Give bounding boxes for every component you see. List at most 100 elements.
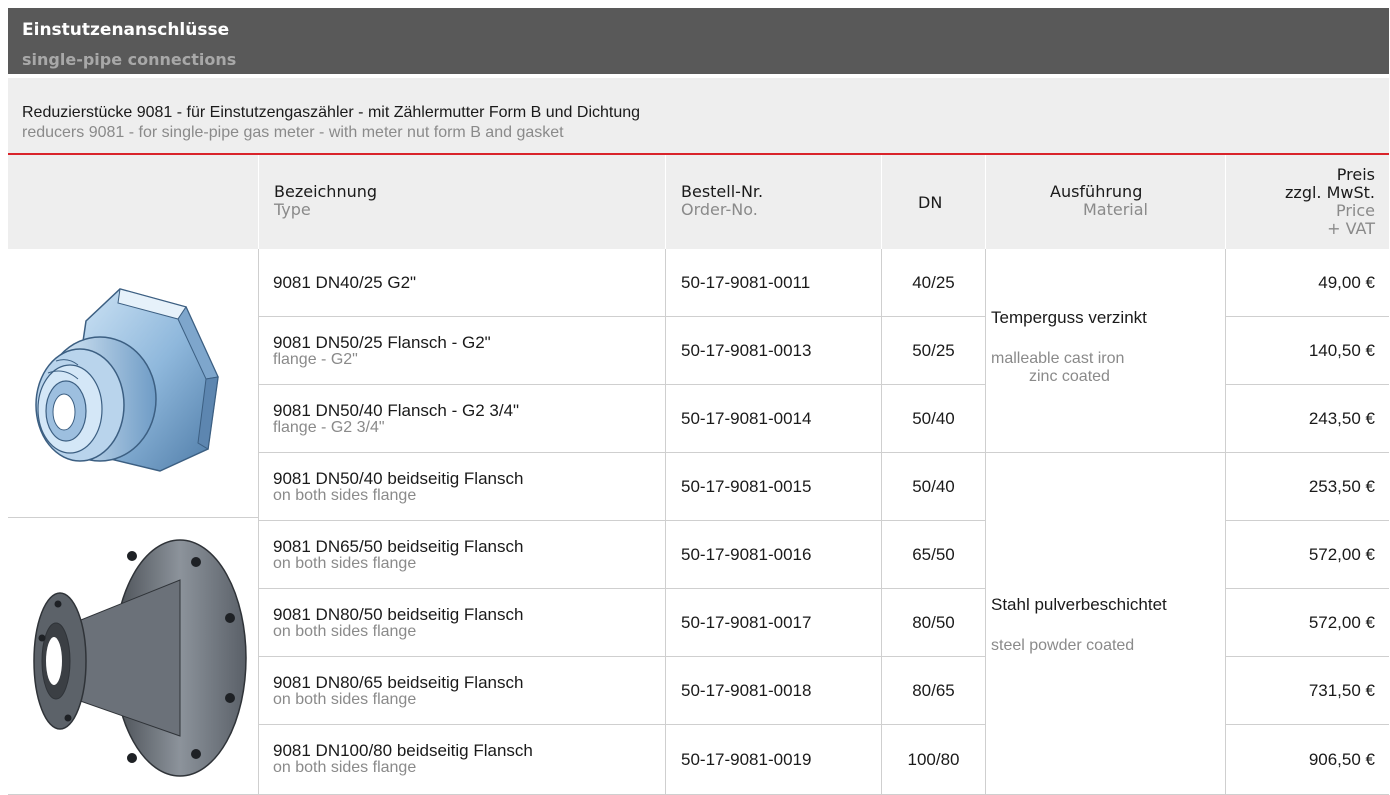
order-cell: 50-17-9081-0011: [666, 249, 882, 317]
header-dn: DN: [882, 155, 986, 249]
dn-value: 80/65: [912, 681, 955, 700]
material-cell: Temperguss verzinkt malleable cast iron …: [986, 249, 1226, 453]
price-value: 243,50 €: [1308, 409, 1375, 428]
section-title-en: reducers 9081 - for single-pipe gas mete…: [22, 124, 564, 141]
price-value: 731,50 €: [1308, 681, 1375, 700]
product-image-nut-reducer: [35, 288, 219, 472]
order-cell: 50-17-9081-0016: [666, 521, 882, 589]
category-title: Einstutzenanschlüsse: [22, 20, 230, 40]
material-2-de: Stahl pulverbeschichtet: [991, 595, 1167, 614]
catalog-page: Einstutzenanschlüsse single-pipe connect…: [8, 8, 1389, 795]
header-price-en-1: Price: [1335, 201, 1375, 220]
type-en: on both sides flange: [273, 555, 417, 572]
product-image-cell: [8, 518, 259, 795]
dn-value: 50/25: [912, 341, 955, 360]
material-1-en-2: zinc coated: [1029, 368, 1110, 385]
price-value: 906,50 €: [1308, 750, 1375, 769]
category-header: Einstutzenanschlüsse single-pipe connect…: [8, 8, 1389, 74]
price-cell: 140,50 €: [1226, 317, 1389, 385]
type-cell: 9081 DN100/80 beidseitig Flansch on both …: [259, 725, 666, 795]
header-price-de-2: zzgl. MwSt.: [1285, 183, 1375, 202]
order-cell: 50-17-9081-0018: [666, 657, 882, 725]
header-order-de: Bestell-Nr.: [681, 182, 764, 201]
dn-cell: 100/80: [882, 725, 986, 795]
type-cell: 9081 DN50/25 Flansch - G2" flange - G2": [259, 317, 666, 385]
type-de: 9081 DN50/40 Flansch - G2 3/4": [273, 401, 520, 420]
type-en: on both sides flange: [273, 759, 417, 776]
dn-value: 50/40: [912, 409, 955, 428]
type-de: 9081 DN65/50 beidseitig Flansch: [273, 537, 524, 556]
price-value: 49,00 €: [1318, 273, 1375, 292]
type-cell: 9081 DN65/50 beidseitig Flansch on both s…: [259, 521, 666, 589]
header-order-en: Order-No.: [681, 200, 758, 219]
type-en: on both sides flange: [273, 691, 417, 708]
section-header: Reduzierstücke 9081 - für Einstutzengasz…: [8, 78, 1389, 155]
type-de: 9081 DN80/50 beidseitig Flansch: [273, 605, 524, 624]
order-number: 50-17-9081-0011: [681, 273, 811, 292]
price-cell: 572,00 €: [1226, 589, 1389, 657]
header-price-de-1: Preis: [1336, 165, 1375, 184]
material-cell: Stahl pulverbeschichtet steel powder coa…: [986, 453, 1226, 795]
price-cell: 906,50 €: [1226, 725, 1389, 795]
type-en: on both sides flange: [273, 623, 417, 640]
type-cell: 9081 DN80/65 beidseitig Flansch on both s…: [259, 657, 666, 725]
type-de: 9081 DN80/65 beidseitig Flansch: [273, 673, 524, 692]
product-image-flange-reducer: [33, 539, 247, 777]
header-price-en-2: + VAT: [1327, 219, 1375, 238]
type-de: 9081 DN40/25 G2": [273, 273, 417, 292]
dn-value: 40/25: [912, 273, 955, 292]
price-value: 253,50 €: [1308, 477, 1375, 496]
type-cell: 9081 DN50/40 beidseitig Flansch on both s…: [259, 453, 666, 521]
type-en: on both sides flange: [273, 487, 417, 504]
dn-cell: 50/40: [882, 385, 986, 453]
dn-cell: 50/40: [882, 453, 986, 521]
order-number: 50-17-9081-0013: [681, 341, 812, 360]
type-cell: 9081 DN50/40 Flansch - G2 3/4" flange - G…: [259, 385, 666, 453]
header-material-de: Ausführung: [1050, 182, 1143, 201]
dn-cell: 80/65: [882, 657, 986, 725]
type-en: flange - G2": [273, 351, 358, 368]
type-cell: 9081 DN40/25 G2": [259, 249, 666, 317]
header-material: Ausführung Material: [986, 155, 1226, 249]
order-cell: 50-17-9081-0017: [666, 589, 882, 657]
order-number: 50-17-9081-0015: [681, 477, 812, 496]
order-number: 50-17-9081-0016: [681, 545, 812, 564]
price-cell: 731,50 €: [1226, 657, 1389, 725]
header-material-en: Material: [1083, 200, 1148, 219]
price-value: 572,00 €: [1308, 613, 1375, 632]
dn-cell: 80/50: [882, 589, 986, 657]
material-1-de: Temperguss verzinkt: [991, 308, 1147, 327]
material-2-en: steel powder coated: [991, 637, 1135, 654]
dn-cell: 50/25: [882, 317, 986, 385]
order-number: 50-17-9081-0014: [681, 409, 812, 428]
dn-value: 100/80: [907, 750, 960, 769]
order-cell: 50-17-9081-0019: [666, 725, 882, 795]
price-cell: 49,00 €: [1226, 249, 1389, 317]
order-cell: 50-17-9081-0014: [666, 385, 882, 453]
header-type-de: Bezeichnung: [274, 182, 378, 201]
price-value: 572,00 €: [1308, 545, 1375, 564]
type-cell: 9081 DN80/50 beidseitig Flansch on both s…: [259, 589, 666, 657]
header-image-column: [8, 155, 259, 249]
type-de: 9081 DN100/80 beidseitig Flansch: [273, 741, 533, 760]
section-title-de: Reduzierstücke 9081 - für Einstutzengasz…: [22, 104, 641, 121]
price-cell: 243,50 €: [1226, 385, 1389, 453]
header-order-no: Bestell-Nr. Order-No.: [666, 155, 882, 249]
price-value: 140,50 €: [1308, 341, 1375, 360]
category-subtitle: single-pipe connections: [22, 50, 237, 69]
order-number: 50-17-9081-0019: [681, 750, 812, 769]
dn-value: 80/50: [912, 613, 955, 632]
header-price: Preis zzgl. MwSt. Price + VAT: [1226, 155, 1389, 249]
material-1-en-1: malleable cast iron: [991, 350, 1125, 367]
header-type: Bezeichnung Type: [259, 155, 666, 249]
dn-cell: 65/50: [882, 521, 986, 589]
dn-value: 65/50: [912, 545, 955, 564]
price-cell: 253,50 €: [1226, 453, 1389, 521]
header-type-en: Type: [274, 200, 311, 219]
order-number: 50-17-9081-0018: [681, 681, 812, 700]
dn-cell: 40/25: [882, 249, 986, 317]
order-number: 50-17-9081-0017: [681, 613, 812, 632]
dn-value: 50/40: [912, 477, 955, 496]
product-image-cell: [8, 249, 259, 518]
product-table: Bezeichnung Type Bestell-Nr. Order-No. D…: [8, 155, 1389, 795]
